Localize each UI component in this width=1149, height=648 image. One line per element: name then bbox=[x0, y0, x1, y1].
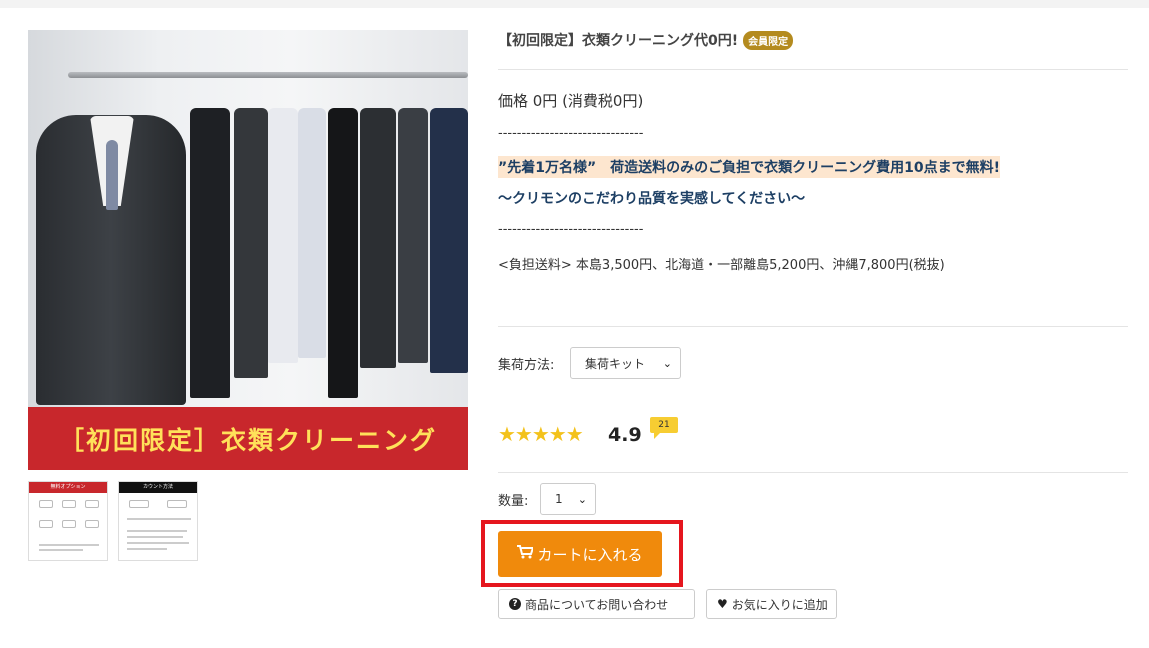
heart-icon: ♥ bbox=[717, 597, 728, 611]
question-circle-icon: ? bbox=[509, 598, 521, 610]
hanging-jacket bbox=[360, 108, 396, 368]
thumb-text-line bbox=[127, 542, 189, 544]
thumb-text-line bbox=[127, 536, 183, 538]
collection-method-value: 集荷キット bbox=[585, 356, 646, 371]
divider bbox=[498, 326, 1128, 327]
rating-score: 4.9 bbox=[608, 424, 642, 446]
thumbnail-1-header: 無料オプション bbox=[29, 482, 107, 493]
chevron-down-icon: ⌄ bbox=[662, 357, 672, 370]
promo-headline: ”先着1万名様” 荷造送料のみのご負担で衣類クリーニング費用10点まで無料! bbox=[498, 156, 1001, 178]
shipping-fee-note: <負担送料> 本島3,500円、北海道・一部離島5,200円、沖縄7,800円(… bbox=[498, 258, 945, 273]
thumbnail-1[interactable]: 無料オプション bbox=[28, 481, 108, 561]
product-page: ［初回限定］衣類クリーニング 無料オプション カウント方法 【初回限定】衣類クリ… bbox=[0, 8, 1149, 648]
thumb-icon bbox=[129, 500, 149, 508]
thumb-icon bbox=[62, 500, 76, 508]
thumbnail-2[interactable]: カウント方法 bbox=[118, 481, 198, 561]
quantity-value: 1 bbox=[555, 492, 563, 506]
chevron-down-icon: ⌄ bbox=[577, 493, 587, 506]
add-to-favorites-button[interactable]: ♥ お気に入りに追加 bbox=[706, 589, 837, 619]
price: 価格 0円 (消費税0円) bbox=[498, 92, 644, 110]
product-title-row: 【初回限定】衣類クリーニング代0円! 会員限定 bbox=[498, 30, 794, 50]
collection-method-select[interactable]: 集荷キット ⌄ bbox=[570, 347, 681, 379]
thumb-icon bbox=[85, 500, 99, 508]
promo-banner: ［初回限定］衣類クリーニング bbox=[28, 407, 468, 470]
promo-subline: 〜クリモンのこだわり品質を実感してください〜 bbox=[498, 191, 806, 207]
hanging-trousers bbox=[328, 108, 358, 398]
thumb-text-line bbox=[127, 548, 167, 550]
thumb-icon bbox=[167, 500, 187, 508]
divider bbox=[498, 69, 1128, 70]
hanging-shirt bbox=[268, 108, 298, 363]
rating-stars: ★★★★★ bbox=[498, 422, 584, 446]
thumb-icon bbox=[85, 520, 99, 528]
hanger-rail bbox=[68, 72, 468, 78]
thumb-text-line bbox=[39, 544, 99, 546]
collection-method-label: 集荷方法: bbox=[498, 358, 555, 373]
product-inquiry-button[interactable]: ? 商品についてお問い合わせ bbox=[498, 589, 695, 619]
hanging-jacket bbox=[398, 108, 428, 363]
divider bbox=[498, 472, 1128, 473]
thumb-icon bbox=[39, 500, 53, 508]
quantity-label: 数量: bbox=[498, 494, 529, 509]
thumb-text-line bbox=[127, 518, 191, 520]
banner-text: ［初回限定］衣類クリーニング bbox=[58, 425, 437, 455]
hanging-jacket bbox=[190, 108, 230, 398]
thumb-text-line bbox=[127, 530, 187, 532]
product-inquiry-label: 商品についてお問い合わせ bbox=[525, 597, 669, 612]
dash-divider: ------------------------------- bbox=[498, 126, 644, 141]
hanging-shirt bbox=[298, 108, 326, 358]
cart-button-highlight bbox=[481, 520, 683, 587]
clothes-rack-photo bbox=[28, 30, 468, 407]
thumb-icon bbox=[39, 520, 53, 528]
hanging-jacket bbox=[430, 108, 468, 373]
main-product-image[interactable]: ［初回限定］衣類クリーニング bbox=[28, 30, 468, 470]
thumbnail-2-header: カウント方法 bbox=[119, 482, 197, 493]
necktie bbox=[106, 140, 118, 210]
product-title: 【初回限定】衣類クリーニング代0円! bbox=[498, 33, 739, 49]
dash-divider: ------------------------------- bbox=[498, 222, 644, 237]
thumb-text-line bbox=[39, 549, 83, 551]
member-only-badge: 会員限定 bbox=[743, 30, 794, 50]
thumb-icon bbox=[62, 520, 76, 528]
hanging-jacket bbox=[234, 108, 268, 378]
quantity-select[interactable]: 1 ⌄ bbox=[540, 483, 596, 515]
add-to-favorites-label: お気に入りに追加 bbox=[731, 597, 828, 612]
review-count-bubble[interactable]: 21 bbox=[650, 417, 678, 439]
